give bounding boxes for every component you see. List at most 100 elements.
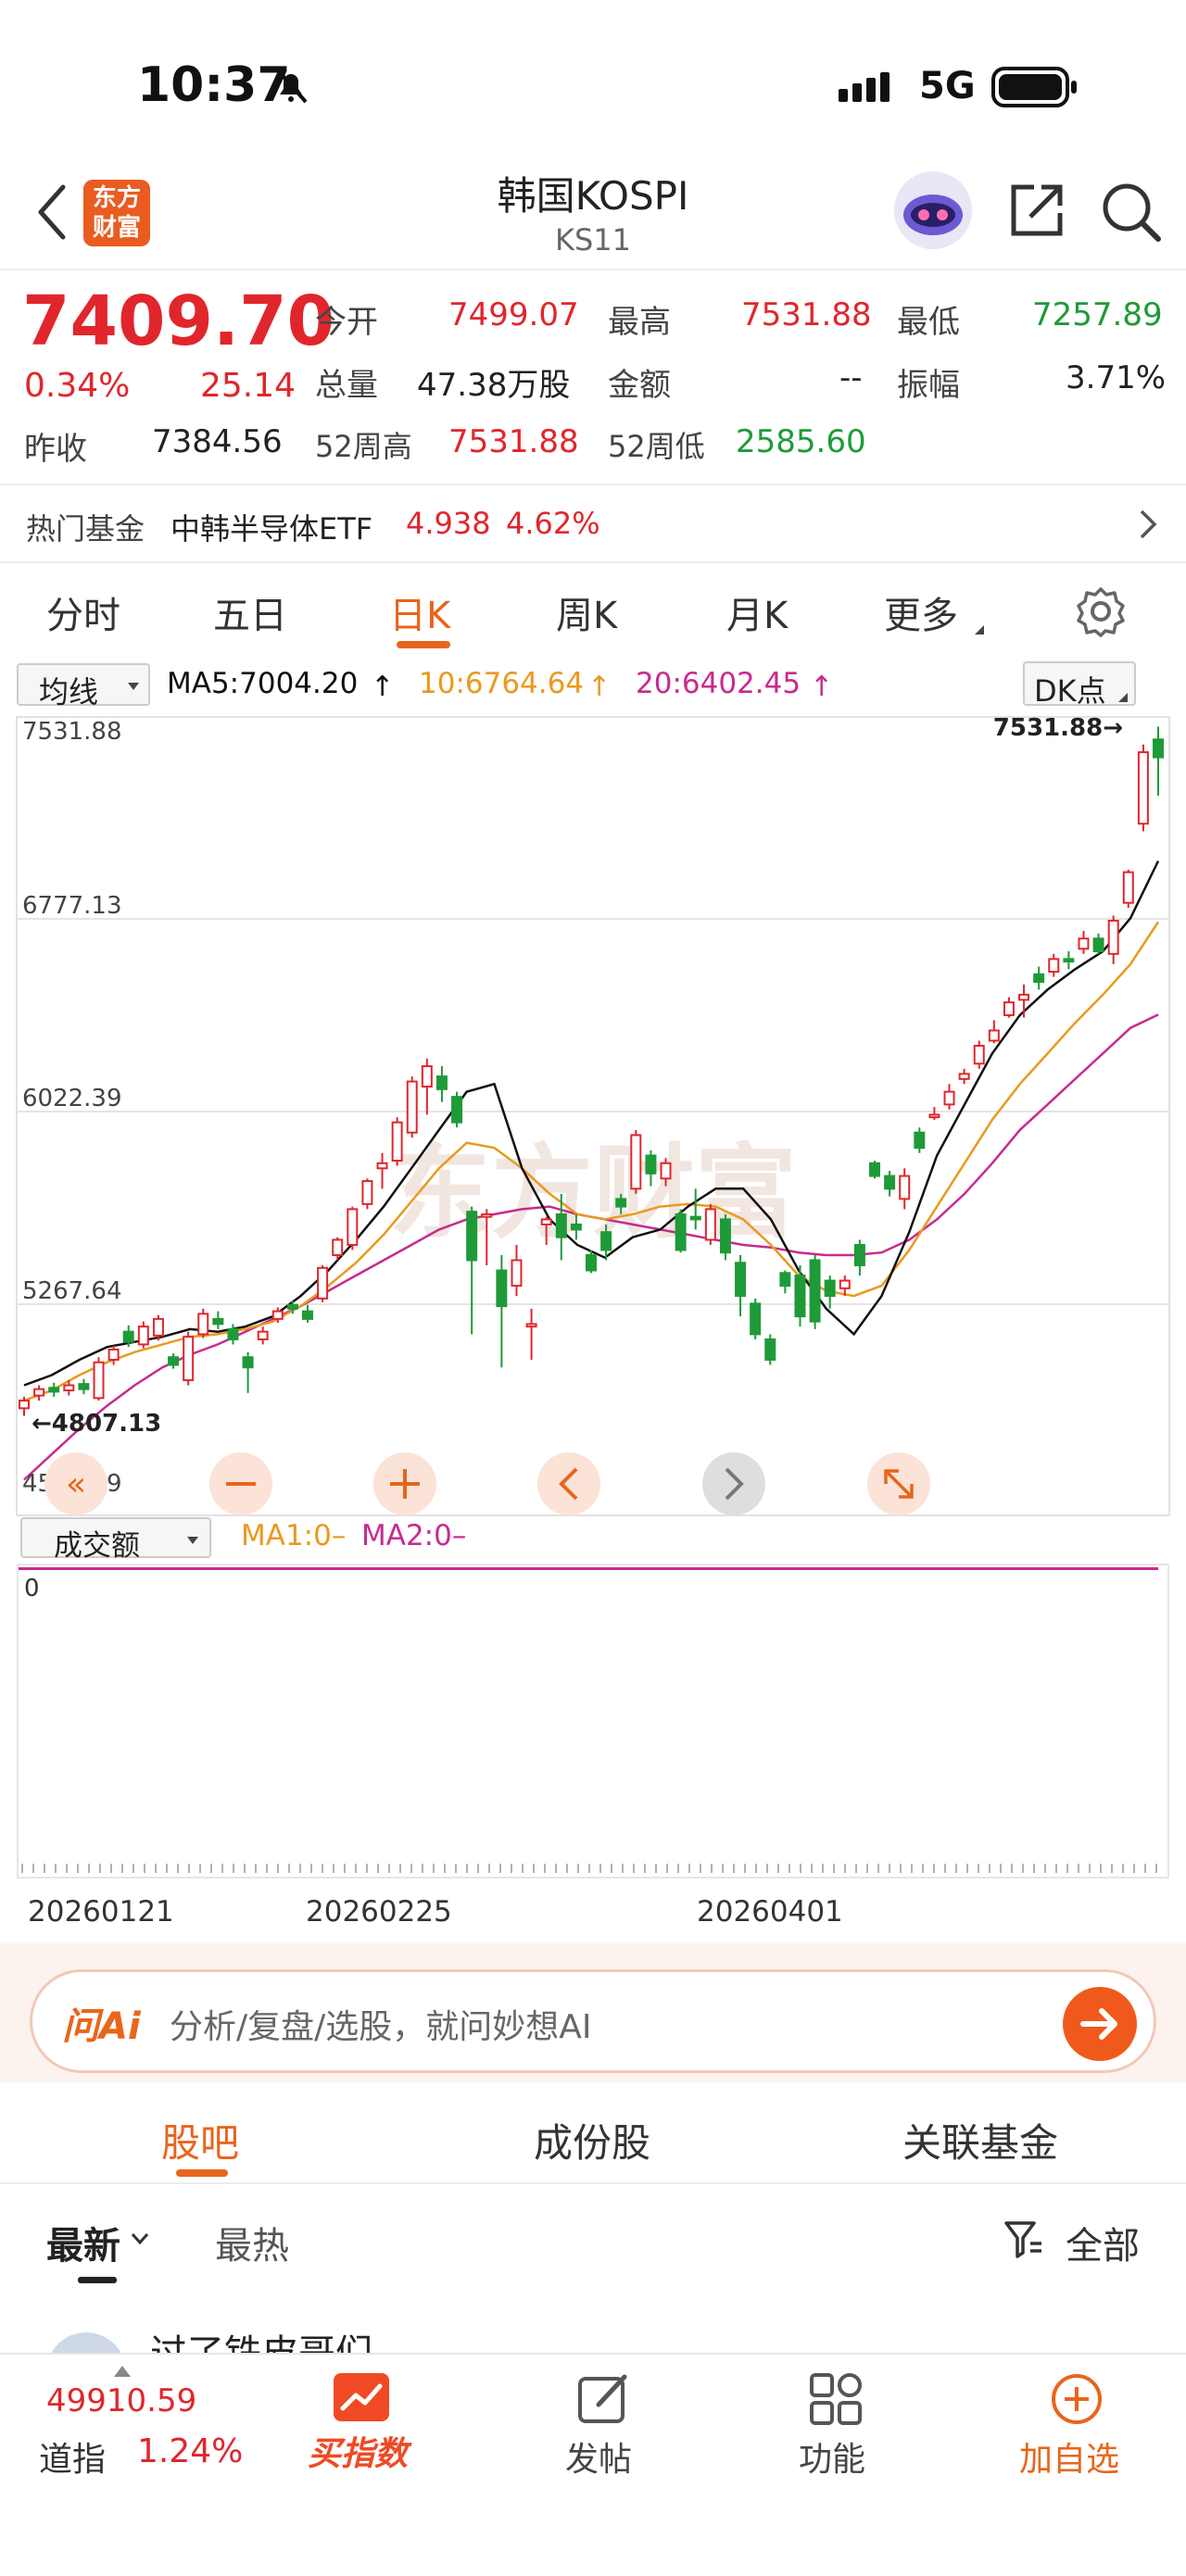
date-label-1: 20260121 xyxy=(28,1895,174,1929)
tab-stock-bar[interactable]: 股吧 xyxy=(161,2112,239,2168)
post-label: 发帖 xyxy=(565,2441,633,2479)
candle xyxy=(1033,966,1045,990)
tab-five-day[interactable]: 五日 xyxy=(213,585,287,639)
tab-intraday[interactable]: 分时 xyxy=(46,585,120,639)
period-tabs: 分时 五日 日K 周K 月K 更多 xyxy=(0,563,1186,656)
candle-body xyxy=(481,1213,493,1218)
add-watchlist-button[interactable]: 加自选 xyxy=(1010,2355,1149,2479)
candle xyxy=(779,1270,791,1294)
sort-tabs: 最新 最热 全部 xyxy=(0,2184,1186,2295)
candle xyxy=(391,1117,403,1166)
functions-button[interactable]: 功能 xyxy=(788,2355,890,2479)
candle-body xyxy=(809,1259,821,1323)
tab-monthly-k[interactable]: 月K xyxy=(726,585,788,639)
share-icon[interactable] xyxy=(1006,180,1067,245)
candle-body xyxy=(1137,751,1149,825)
candle xyxy=(466,1206,478,1335)
y-tick-label: 6022.39 xyxy=(22,1085,122,1112)
candle-body xyxy=(1003,1001,1015,1016)
nav-bar: 东方财富 韩国KOSPI KS11 xyxy=(0,157,1186,270)
hot-fund-row[interactable]: 热门基金 中韩半导体ETF 4.938 4.62% xyxy=(0,485,1186,563)
tab-constituents[interactable]: 成份股 xyxy=(534,2112,650,2168)
change-pct: 0.34% xyxy=(24,367,131,405)
candle-body xyxy=(197,1313,209,1336)
post-button[interactable]: 发帖 xyxy=(556,2355,658,2479)
candle-body xyxy=(63,1384,75,1392)
search-icon[interactable] xyxy=(1099,180,1164,248)
scroll-right-button[interactable] xyxy=(702,1452,765,1515)
ma5-line xyxy=(23,860,1160,1387)
dow-pct: 1.24% xyxy=(137,2432,244,2470)
fullscreen-button[interactable] xyxy=(867,1452,930,1515)
candle-body xyxy=(779,1272,791,1288)
ma-selector-label: 均线 xyxy=(39,674,99,710)
ma5-arrow-icon: ↑ xyxy=(371,671,395,703)
candle xyxy=(197,1308,209,1338)
candle xyxy=(212,1311,224,1329)
candle-body xyxy=(958,1073,970,1080)
ma-selector[interactable]: 均线 xyxy=(17,663,150,710)
robot-assistant-icon[interactable] xyxy=(891,169,975,256)
forum-tab-underline xyxy=(176,2169,228,2177)
volume-baseline xyxy=(19,1567,1158,1570)
candle-body xyxy=(466,1211,478,1262)
volume-zero-label: 0 xyxy=(24,1575,40,1602)
tab-related-funds[interactable]: 关联基金 xyxy=(902,2112,1058,2168)
candle xyxy=(884,1171,896,1197)
buy-index-button[interactable]: 买指数 xyxy=(296,2355,426,2475)
plus-circle-icon xyxy=(1052,2374,1102,2424)
high-label: 最高 xyxy=(608,304,671,341)
candle xyxy=(853,1239,865,1276)
tab-more[interactable]: 更多 xyxy=(884,585,958,639)
candle xyxy=(183,1331,195,1386)
wk52-high-label: 52周高 xyxy=(315,429,412,464)
candle-body xyxy=(1153,738,1164,759)
ma10-value: 10:6764.64 xyxy=(419,667,585,700)
candle-body xyxy=(869,1162,880,1177)
volume-selector[interactable]: 成交额 xyxy=(20,1517,211,1563)
candle xyxy=(719,1213,731,1261)
zoom-in-button[interactable] xyxy=(373,1452,436,1515)
dropdown-caret-icon xyxy=(973,622,986,640)
y-tick-label: 7531.88 xyxy=(22,718,122,746)
candle xyxy=(630,1129,642,1194)
amplitude-value: 3.71% xyxy=(1066,359,1167,396)
settings-gear-icon[interactable] xyxy=(1075,585,1127,641)
candle xyxy=(928,1107,940,1120)
grid-apps-icon xyxy=(810,2373,862,2425)
ai-badge: 问Ai xyxy=(62,2005,141,2048)
ai-send-button[interactable] xyxy=(1063,1987,1137,2061)
prev-close-value: 7384.56 xyxy=(152,423,283,460)
candle-body xyxy=(586,1253,597,1272)
quote-panel: 7409.70 0.34% 25.14 昨收 7384.56 今开 7499.0… xyxy=(0,270,1186,485)
zoom-out-button[interactable] xyxy=(209,1452,272,1515)
sort-latest[interactable]: 最新 xyxy=(46,2216,120,2269)
chart-watermark: 东方财富 xyxy=(389,1134,797,1252)
sort-hot[interactable]: 最热 xyxy=(215,2216,289,2269)
post-preview[interactable]: 过了铁皮哥们 xyxy=(0,2295,1186,2353)
tab-daily-k[interactable]: 日K xyxy=(389,585,450,639)
svg-text:«: « xyxy=(66,1465,86,1503)
trend-chart-icon xyxy=(334,2373,389,2421)
candle-body xyxy=(1033,973,1045,984)
candle-body xyxy=(1048,958,1060,974)
scroll-left-button[interactable] xyxy=(537,1452,600,1515)
scroll-far-left-button[interactable]: « xyxy=(44,1452,107,1515)
functions-label: 功能 xyxy=(799,2441,866,2479)
min-price-label: ←4807.13 xyxy=(32,1410,161,1438)
volume-chart[interactable]: 0 xyxy=(17,1564,1169,1879)
candle xyxy=(421,1058,433,1115)
candle-body xyxy=(435,1075,448,1090)
ai-ask-input[interactable]: 问Ai 分析/复盘/选股，就问妙想AI xyxy=(30,1969,1156,2073)
candle xyxy=(735,1254,747,1317)
candle-body xyxy=(1092,937,1104,953)
dk-point-toggle[interactable]: DK点 xyxy=(1023,661,1136,709)
candle xyxy=(242,1351,254,1393)
candle xyxy=(525,1308,537,1360)
filter-all[interactable]: 全部 xyxy=(1066,2216,1140,2269)
filter-icon[interactable] xyxy=(1003,2218,1045,2264)
tab-weekly-k[interactable]: 周K xyxy=(556,585,617,639)
candle-body xyxy=(719,1218,731,1254)
wk52-high-value: 7531.88 xyxy=(448,423,579,460)
vol-ma2: MA2:0– xyxy=(361,1519,467,1552)
